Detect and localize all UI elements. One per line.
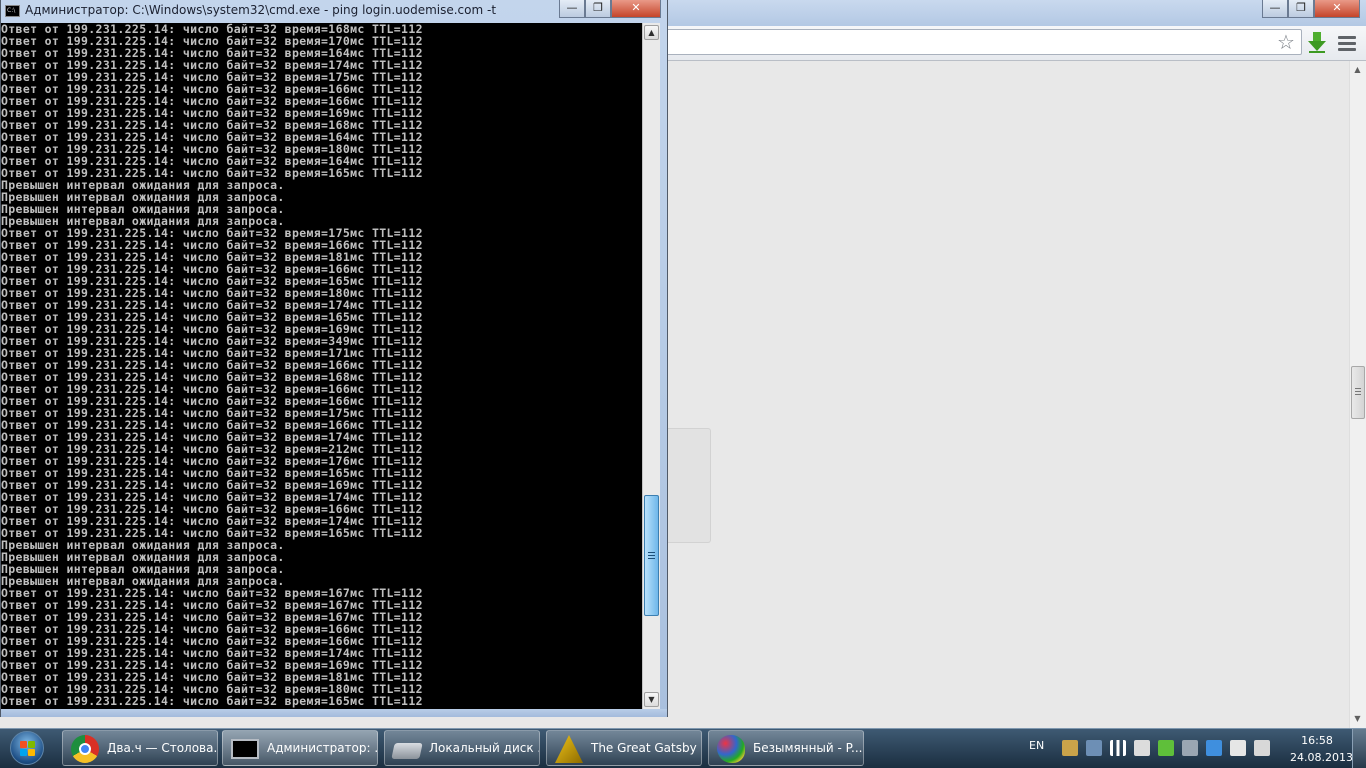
cmd-window-icon[interactable]: C:\ bbox=[5, 5, 20, 17]
cmd-scroll-thumb[interactable] bbox=[644, 495, 659, 616]
console-output[interactable]: Ответ от 199.231.225.14: число байт=32 в… bbox=[1, 23, 642, 709]
tray-user-icon[interactable] bbox=[1086, 740, 1102, 756]
language-indicator[interactable]: EN bbox=[1029, 739, 1044, 752]
cmd-window-title: Администратор: C:\Windows\system32\cmd.e… bbox=[25, 3, 497, 17]
taskbar-item-book-reader[interactable]: The Great Gatsby ... bbox=[546, 730, 702, 766]
tray-tools-icon[interactable] bbox=[1062, 740, 1078, 756]
cmd-maximize-button[interactable]: ❐ bbox=[585, 0, 611, 18]
taskbar-item-cmd[interactable]: Администратор: ... bbox=[222, 730, 378, 766]
cmd-close-button[interactable]: ✕ bbox=[611, 0, 661, 18]
cmd-window: C:\ Администратор: C:\Windows\system32\c… bbox=[0, 0, 668, 717]
taskbar-item-label: The Great Gatsby ... bbox=[591, 741, 702, 755]
taskbar-item-paint[interactable]: Безымянный - P... bbox=[708, 730, 864, 766]
taskbar-item-label: Локальный диск ... bbox=[429, 741, 540, 755]
browser-scroll-thumb[interactable] bbox=[1351, 366, 1365, 419]
volume-icon[interactable] bbox=[1254, 740, 1270, 756]
chrome-icon bbox=[71, 735, 99, 763]
book-icon bbox=[555, 735, 583, 763]
browser-close-button[interactable]: ✕ bbox=[1314, 0, 1360, 18]
console-line: Ответ от 199.231.225.14: число байт=32 в… bbox=[1, 694, 423, 708]
taskbar-item-explorer[interactable]: Локальный диск ... bbox=[384, 730, 540, 766]
cmd-icon bbox=[231, 739, 259, 759]
address-bar[interactable] bbox=[668, 29, 1302, 55]
cmd-minimize-button[interactable]: — bbox=[559, 0, 585, 18]
signal-bars-icon[interactable] bbox=[1110, 740, 1126, 756]
console-lines: Ответ от 199.231.225.14: число байт=32 в… bbox=[1, 23, 642, 707]
paint-icon bbox=[717, 735, 745, 763]
tray-flag-icon[interactable] bbox=[1230, 740, 1246, 756]
browser-maximize-button[interactable]: ❐ bbox=[1288, 0, 1314, 18]
tray-nvidia-icon[interactable] bbox=[1158, 740, 1174, 756]
dropbox-icon[interactable] bbox=[1206, 740, 1222, 756]
tray-device-icon[interactable] bbox=[1134, 740, 1150, 756]
cmd-scroll-down-button[interactable]: ▼ bbox=[644, 692, 659, 707]
bookmark-star-icon[interactable]: ☆ bbox=[1274, 30, 1298, 54]
clock-time[interactable]: 16:58 bbox=[1296, 734, 1338, 747]
taskbar-item-chrome[interactable]: Два.ч — Столова... bbox=[62, 730, 218, 766]
menu-icon[interactable] bbox=[1336, 33, 1358, 53]
windows-logo-icon bbox=[10, 731, 44, 765]
taskbar-item-label: Администратор: ... bbox=[267, 741, 378, 755]
tray-network-icon[interactable] bbox=[1182, 740, 1198, 756]
page-card bbox=[668, 428, 711, 543]
taskbar-item-label: Безымянный - P... bbox=[753, 741, 863, 755]
browser-scroll-down-button[interactable]: ▼ bbox=[1350, 712, 1365, 726]
disk-icon bbox=[391, 743, 423, 759]
browser-scroll-up-button[interactable]: ▲ bbox=[1350, 63, 1365, 77]
show-desktop-button[interactable] bbox=[1352, 729, 1366, 768]
taskbar-item-label: Два.ч — Столова... bbox=[107, 741, 218, 755]
clock-date[interactable]: 24.08.2013 bbox=[1290, 751, 1353, 764]
cmd-window-bottom-border[interactable] bbox=[1, 709, 667, 717]
download-arrow-icon[interactable] bbox=[1306, 30, 1328, 54]
start-button[interactable] bbox=[4, 729, 50, 767]
browser-minimize-button[interactable]: — bbox=[1262, 0, 1288, 18]
cmd-scroll-up-button[interactable]: ▲ bbox=[644, 25, 659, 40]
